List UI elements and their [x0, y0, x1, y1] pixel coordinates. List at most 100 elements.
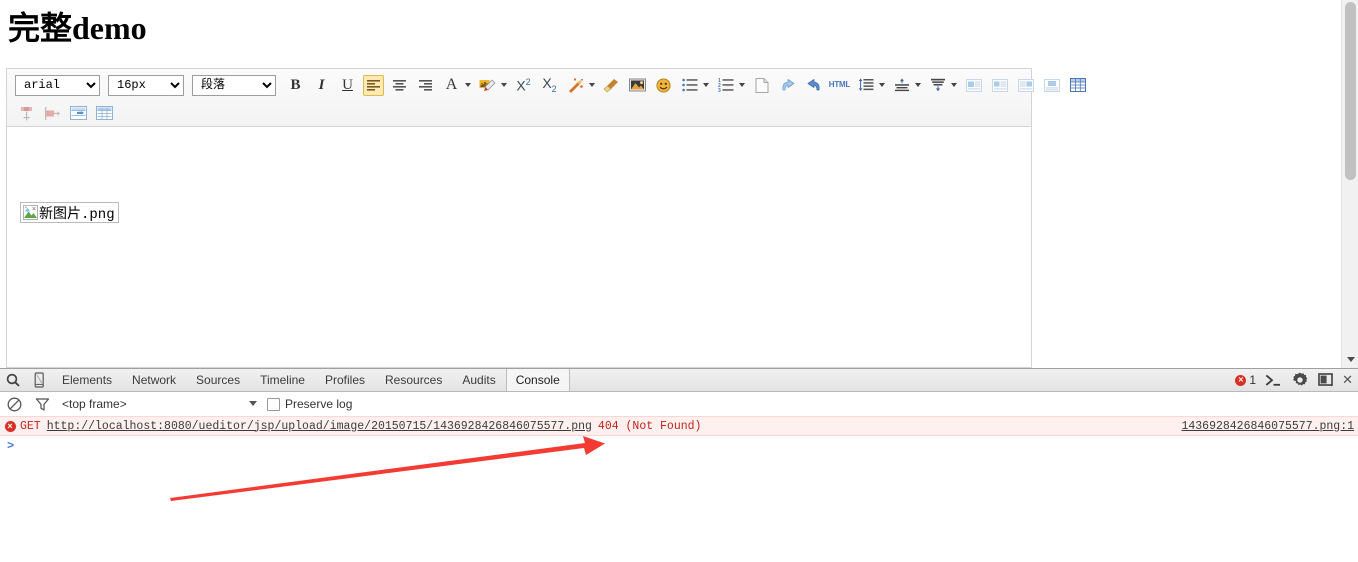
unordered-list-caret-icon[interactable] [701, 75, 710, 96]
request-url-link[interactable]: http://localhost:8080/ueditor/jsp/upload… [47, 420, 592, 433]
tab-resources[interactable]: Resources [375, 369, 452, 391]
source-code-button[interactable]: HTML [828, 75, 851, 96]
html-icon: HTML [828, 80, 851, 89]
ueditor-container: arial 16px 段落 B I U A ab X2 X2 1 2 3 HTM… [6, 68, 1086, 368]
execution-context-selector[interactable]: <top frame> [62, 397, 127, 411]
execution-context-caret-icon[interactable] [249, 401, 257, 406]
tab-network[interactable]: Network [122, 369, 186, 391]
img-center-button[interactable] [1041, 75, 1062, 96]
font-family-select[interactable]: arial [15, 74, 100, 96]
page-vertical-scrollbar[interactable] [1341, 0, 1358, 368]
page-icon [755, 77, 768, 93]
dock-position-button[interactable] [1318, 373, 1334, 387]
insert-row-icon [70, 106, 87, 120]
insert-table-button[interactable] [1067, 75, 1088, 96]
tab-sources-label: Sources [196, 373, 241, 387]
broom-icon [603, 78, 618, 92]
img-float-right-button[interactable] [1015, 75, 1036, 96]
close-devtools-button[interactable]: ✕ [1342, 372, 1353, 388]
line-height-icon [858, 78, 873, 91]
paragraph-spacing-bottom-button[interactable] [927, 75, 948, 96]
back-color-button[interactable]: ab [477, 75, 498, 96]
insert-ordered-list-button[interactable]: 123 [715, 75, 736, 96]
justify-left-button[interactable] [363, 74, 384, 96]
search-icon [6, 373, 20, 387]
tab-console[interactable]: Console [505, 369, 570, 391]
img-float-none-button[interactable] [989, 75, 1010, 96]
paragraph-format-select[interactable]: 段落 [192, 74, 276, 96]
merge-cells-down-icon [21, 106, 32, 120]
console-error-row[interactable]: × GET http://localhost:8080/ueditor/jsp/… [0, 416, 1358, 436]
split-cells-right-button[interactable] [42, 103, 63, 124]
font-color-button[interactable]: A [441, 75, 462, 96]
preserve-log-checkbox[interactable] [267, 397, 280, 411]
spacing-top-caret-icon[interactable] [913, 75, 922, 96]
filter-button[interactable] [28, 397, 56, 412]
merge-cells-down-button[interactable] [16, 103, 37, 124]
spacing-bottom-caret-icon[interactable] [949, 75, 958, 96]
toggle-drawer-button[interactable] [1265, 374, 1282, 387]
underline-button[interactable]: U [337, 75, 358, 96]
font-color-caret-icon[interactable] [463, 75, 472, 96]
tab-console-label: Console [515, 373, 560, 387]
justify-right-button[interactable] [415, 75, 436, 96]
table-props-button[interactable] [94, 103, 115, 124]
clear-console-button[interactable] [0, 397, 28, 412]
device-mode-button[interactable] [26, 369, 52, 391]
devtools-panel: Elements Network Sources Timeline Profil… [0, 368, 1358, 562]
settings-button[interactable] [1292, 372, 1308, 388]
remove-format-button[interactable] [601, 75, 622, 96]
spacing-top-icon [894, 78, 909, 92]
auto-typeset-button[interactable] [565, 75, 586, 96]
broken-image-placeholder[interactable]: 新图片.png [20, 202, 119, 223]
gear-icon [1292, 372, 1308, 386]
preserve-log-toggle[interactable]: Preserve log [267, 392, 352, 416]
mobile-device-icon [34, 372, 44, 388]
error-count-badge[interactable]: × 1 [1235, 373, 1256, 387]
bold-button[interactable]: B [285, 75, 306, 96]
superscript-button[interactable]: X2 [513, 75, 534, 96]
image-float-right-icon [1017, 78, 1034, 92]
auto-typeset-caret-icon[interactable] [587, 75, 596, 96]
inspect-element-button[interactable] [0, 369, 26, 391]
devtools-tabbar: Elements Network Sources Timeline Profil… [0, 369, 1358, 392]
message-source-link[interactable]: 1436928426846075577.png:1 [1181, 417, 1354, 435]
tab-audits[interactable]: Audits [452, 369, 505, 391]
paragraph-spacing-top-button[interactable] [891, 75, 912, 96]
underline-icon: U [342, 76, 353, 93]
tab-audits-label: Audits [462, 373, 496, 387]
tab-timeline[interactable]: Timeline [250, 369, 315, 391]
emotion-button[interactable] [653, 75, 674, 96]
page-break-button[interactable] [751, 75, 772, 96]
redo-button[interactable] [777, 75, 798, 96]
img-float-left-button[interactable] [963, 75, 984, 96]
ordered-list-caret-icon[interactable] [737, 75, 746, 96]
back-color-caret-icon[interactable] [499, 75, 508, 96]
italic-button[interactable]: I [311, 75, 332, 96]
subscript-icon: X2 [542, 75, 557, 94]
page-scrollbar-thumb[interactable] [1345, 2, 1356, 180]
console-prompt-icon [1265, 374, 1281, 386]
console-input-row[interactable]: > [0, 436, 1358, 456]
insert-image-button[interactable] [627, 75, 648, 96]
align-center-icon [393, 79, 406, 91]
insert-row-button[interactable] [68, 103, 89, 124]
console-message-list[interactable]: × GET http://localhost:8080/ueditor/jsp/… [0, 416, 1358, 562]
smiley-icon [656, 77, 671, 93]
tab-profiles[interactable]: Profiles [315, 369, 375, 391]
tab-elements[interactable]: Elements [52, 369, 122, 391]
justify-center-button[interactable] [389, 75, 410, 96]
insert-unordered-list-button[interactable] [679, 75, 700, 96]
line-height-button[interactable] [855, 75, 876, 96]
font-size-select[interactable]: 16px [108, 74, 184, 96]
subscript-button[interactable]: X2 [539, 75, 560, 96]
devtools-toolbar-right: × 1 ✕ [1235, 369, 1354, 391]
line-height-caret-icon[interactable] [877, 75, 886, 96]
editor-content-area[interactable]: 新图片.png [7, 128, 1031, 367]
image-icon [629, 78, 646, 92]
page-scroll-down-button[interactable] [1342, 351, 1358, 368]
undo-button[interactable] [803, 75, 824, 96]
superscript-icon: X2 [516, 76, 531, 94]
tab-sources[interactable]: Sources [186, 369, 250, 391]
image-float-none-icon [991, 78, 1008, 92]
